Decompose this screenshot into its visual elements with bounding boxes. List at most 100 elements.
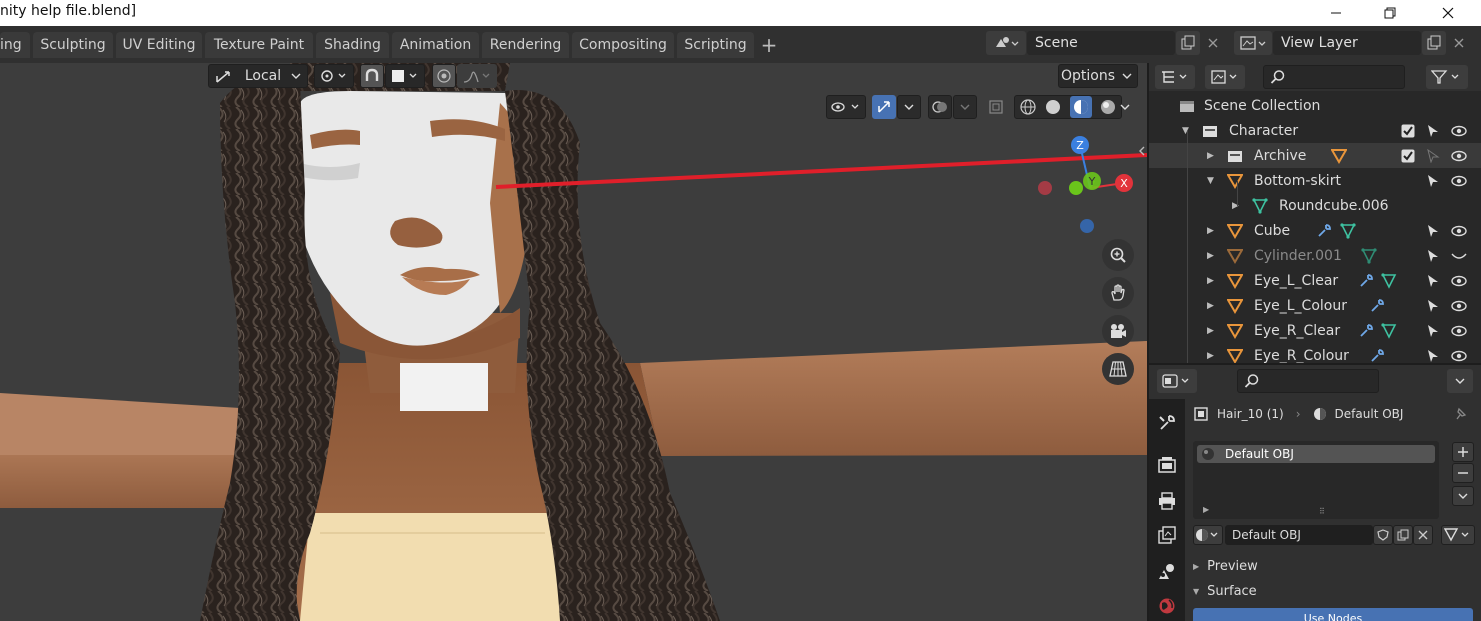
tab-tool[interactable] <box>1155 411 1179 435</box>
outliner-row-cylinder[interactable]: ▶ Cylinder.001 <box>1149 243 1481 268</box>
eye-icon[interactable] <box>1451 223 1467 239</box>
outliner-row-bottom-skirt[interactable]: ▼ Bottom-skirt <box>1149 168 1481 193</box>
link-type-dropdown[interactable] <box>1441 525 1475 545</box>
select-pointer-icon[interactable] <box>1425 248 1441 264</box>
wireframe-shading-icon[interactable] <box>1019 98 1037 116</box>
material-slot-list[interactable]: Default OBJ ▶ ⠿ <box>1193 441 1439 519</box>
expand-arrow-icon[interactable]: ▶ <box>1207 226 1217 236</box>
navigation-gizmo[interactable]: Z X Y <box>1030 133 1140 243</box>
expand-arrow-icon[interactable]: ▶ <box>1207 251 1217 261</box>
xray-toggle[interactable] <box>984 95 1008 119</box>
options-dropdown[interactable]: Options <box>1058 64 1138 88</box>
outliner-row-eye-l-clear[interactable]: ▶ Eye_L_Clear <box>1149 268 1481 293</box>
shading-dropdown[interactable] <box>1114 95 1136 119</box>
new-material-button[interactable] <box>1393 525 1413 545</box>
properties-options-dropdown[interactable] <box>1447 369 1473 393</box>
outliner-row-eye-l-colour[interactable]: ▶ Eye_L_Colour <box>1149 293 1481 318</box>
sidebar-toggle-icon[interactable] <box>1137 145 1147 157</box>
checkbox-icon[interactable] <box>1400 123 1416 139</box>
select-pointer-icon[interactable] <box>1425 323 1441 339</box>
resize-grip-icon[interactable]: ⠿ <box>1319 507 1326 516</box>
tab-rendering[interactable]: Rendering <box>482 32 569 58</box>
select-pointer-icon[interactable] <box>1425 223 1441 239</box>
delete-scene-button[interactable] <box>1201 31 1225 55</box>
eye-icon[interactable] <box>1451 323 1467 339</box>
perspective-toggle-button[interactable] <box>1102 353 1134 385</box>
select-pointer-icon[interactable] <box>1425 298 1441 314</box>
proportional-falloff-dropdown[interactable] <box>457 64 497 88</box>
surface-panel-header[interactable]: ▼ Surface <box>1193 580 1475 602</box>
fake-user-button[interactable] <box>1373 525 1393 545</box>
3d-viewport[interactable]: Local Options Z X Y <box>0 63 1147 621</box>
expand-arrow-icon[interactable]: ▶ <box>1207 301 1217 311</box>
eye-icon[interactable] <box>1451 273 1467 289</box>
pan-button[interactable] <box>1102 277 1134 309</box>
preview-panel-header[interactable]: ▶ Preview <box>1193 555 1475 577</box>
expand-arrow-icon[interactable]: ▶ <box>1207 326 1217 336</box>
material-slot-item[interactable]: Default OBJ <box>1197 445 1435 463</box>
snap-target-dropdown[interactable] <box>385 64 425 88</box>
checkbox-icon[interactable] <box>1400 148 1416 164</box>
eye-icon[interactable] <box>1451 148 1467 164</box>
properties-search-input[interactable] <box>1237 369 1379 393</box>
area-divider[interactable] <box>1147 63 1149 621</box>
tab-output[interactable] <box>1155 489 1179 513</box>
gizmo-toggle[interactable] <box>872 95 896 119</box>
view-layer-name-field[interactable]: View Layer <box>1273 31 1421 55</box>
tab-scene[interactable] <box>1155 559 1179 583</box>
maximize-button[interactable] <box>1367 0 1413 26</box>
outliner-row-eye-r-colour[interactable]: ▶ Eye_R_Colour <box>1149 343 1481 363</box>
new-view-layer-button[interactable] <box>1422 31 1446 55</box>
new-scene-button[interactable] <box>1176 31 1200 55</box>
area-divider[interactable] <box>1149 363 1481 365</box>
select-pointer-icon[interactable] <box>1425 173 1441 189</box>
outliner-row-archive[interactable]: ▶ Archive <box>1149 143 1481 168</box>
snap-toggle[interactable] <box>360 64 384 88</box>
visibility-dropdown[interactable] <box>826 95 866 119</box>
outliner-row-scene-collection[interactable]: Scene Collection <box>1149 93 1481 118</box>
material-specials-dropdown[interactable] <box>1452 486 1474 506</box>
eye-icon[interactable] <box>1451 298 1467 314</box>
display-mode-dropdown[interactable] <box>1155 65 1195 89</box>
tab-scripting[interactable]: Scripting <box>677 32 754 58</box>
pivot-point-dropdown[interactable] <box>314 64 354 88</box>
browse-material-button[interactable] <box>1193 525 1223 545</box>
expand-arrow-icon[interactable]: ▶ <box>1207 151 1217 161</box>
proportional-edit-toggle[interactable] <box>432 64 456 88</box>
remove-material-slot-button[interactable] <box>1452 463 1474 483</box>
tab-shading[interactable]: Shading <box>316 32 389 58</box>
solid-shading-icon[interactable] <box>1044 98 1062 116</box>
pin-icon[interactable] <box>1453 407 1467 421</box>
filter-dropdown[interactable] <box>1426 65 1468 89</box>
expand-arrow-icon[interactable]: ▶ <box>1203 505 1209 514</box>
select-pointer-icon[interactable] <box>1425 123 1441 139</box>
eye-icon[interactable] <box>1451 173 1467 189</box>
outliner-row-cube[interactable]: ▶ Cube <box>1149 218 1481 243</box>
scene-browse-button[interactable] <box>986 31 1026 55</box>
close-button[interactable] <box>1425 0 1471 26</box>
eye-closed-icon[interactable] <box>1451 248 1467 264</box>
material-preview-icon[interactable] <box>1069 96 1092 118</box>
outliner-search-input[interactable] <box>1263 65 1405 89</box>
gizmo-dropdown[interactable] <box>897 95 921 119</box>
tab-texture-paint[interactable]: Texture Paint <box>205 32 313 58</box>
tab-layout[interactable]: ing <box>0 32 30 58</box>
delete-view-layer-button[interactable] <box>1447 31 1471 55</box>
view-layer-filter-dropdown[interactable] <box>1205 65 1245 89</box>
overlays-dropdown[interactable] <box>953 95 977 119</box>
expand-arrow-icon[interactable]: ▼ <box>1207 176 1217 186</box>
add-workspace-button[interactable]: + <box>756 32 782 58</box>
material-name-field[interactable]: Default OBJ <box>1225 525 1373 545</box>
editor-type-dropdown[interactable] <box>1157 369 1197 393</box>
tab-sculpting[interactable]: Sculpting <box>33 32 113 58</box>
eye-icon[interactable] <box>1451 123 1467 139</box>
select-pointer-icon[interactable] <box>1425 148 1441 164</box>
select-pointer-icon[interactable] <box>1425 273 1441 289</box>
camera-view-button[interactable] <box>1102 315 1134 347</box>
scene-name-field[interactable]: Scene <box>1027 31 1175 55</box>
use-nodes-button[interactable]: Use Nodes <box>1193 608 1473 621</box>
outliner-row-eye-r-clear[interactable]: ▶ Eye_R_Clear <box>1149 318 1481 343</box>
eye-icon[interactable] <box>1451 348 1467 364</box>
minimize-button[interactable] <box>1313 0 1359 26</box>
tab-view-layer[interactable] <box>1155 523 1179 547</box>
